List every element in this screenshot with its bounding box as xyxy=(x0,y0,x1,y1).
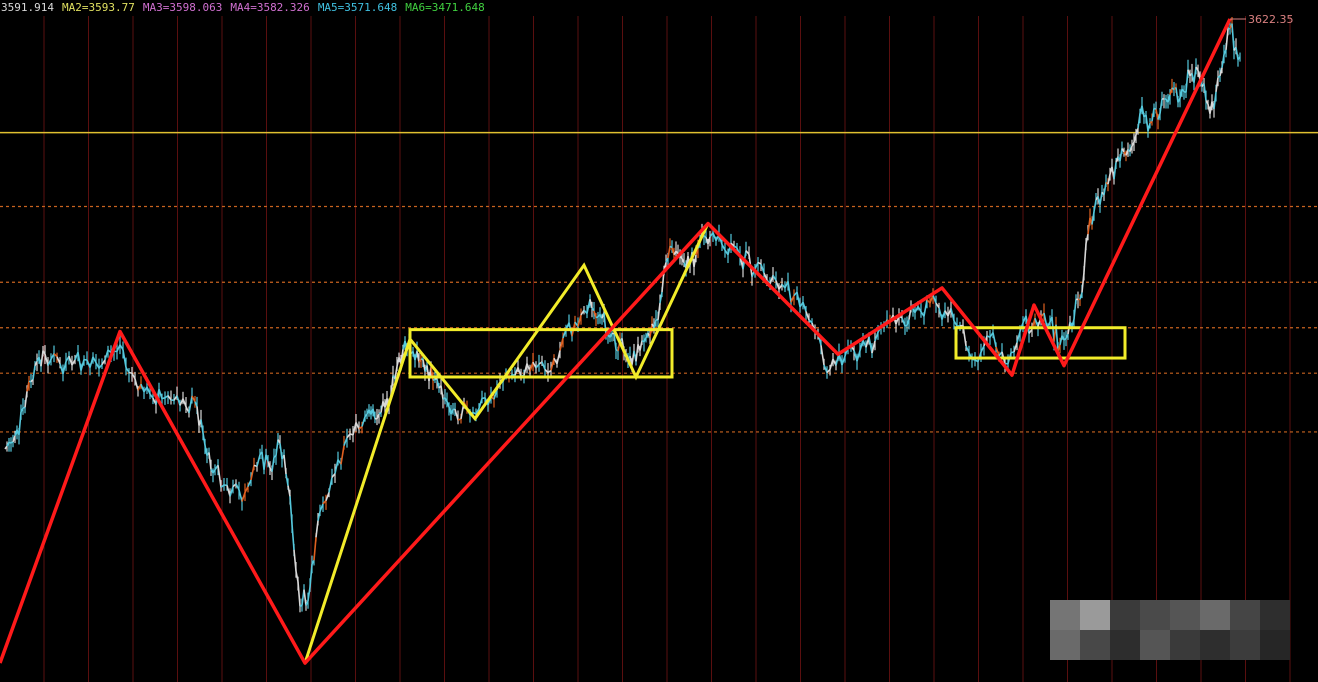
pixel-cell xyxy=(1080,600,1110,630)
pixel-cell xyxy=(1050,630,1080,660)
pixel-cell xyxy=(1110,630,1140,660)
pixel-cell xyxy=(1080,630,1110,660)
pixel-cell xyxy=(1050,600,1080,630)
watermark-pixelated xyxy=(1050,600,1290,660)
pixel-cell xyxy=(1230,630,1260,660)
pixel-cell xyxy=(1260,600,1290,630)
peak-price-label: 3622.35 xyxy=(1248,13,1294,26)
pixel-cell xyxy=(1170,630,1200,660)
indicator-value: 3591.914 xyxy=(1,1,54,14)
indicator-value: MA6=3471.648 xyxy=(405,1,485,14)
indicator-value: MA5=3571.648 xyxy=(317,1,398,14)
pixel-cell xyxy=(1200,630,1230,660)
pixel-cell xyxy=(1230,600,1260,630)
pixel-cell xyxy=(1200,600,1230,630)
indicator-value: MA2=3593.77 xyxy=(61,1,135,14)
pixel-cell xyxy=(1110,600,1140,630)
pixel-cell xyxy=(1140,600,1170,630)
pixel-cell xyxy=(1260,630,1290,660)
pixel-cell xyxy=(1170,600,1200,630)
price-chart xyxy=(0,0,1318,682)
chart-background xyxy=(0,0,1318,682)
indicator-value: MA3=3598.063 xyxy=(142,1,223,14)
indicator-header: 3591.914 MA2=3593.77 MA3=3598.063 MA4=3582.… xyxy=(0,0,561,16)
pixel-cell xyxy=(1140,630,1170,660)
indicator-value: MA4=3582.326 xyxy=(230,1,310,14)
